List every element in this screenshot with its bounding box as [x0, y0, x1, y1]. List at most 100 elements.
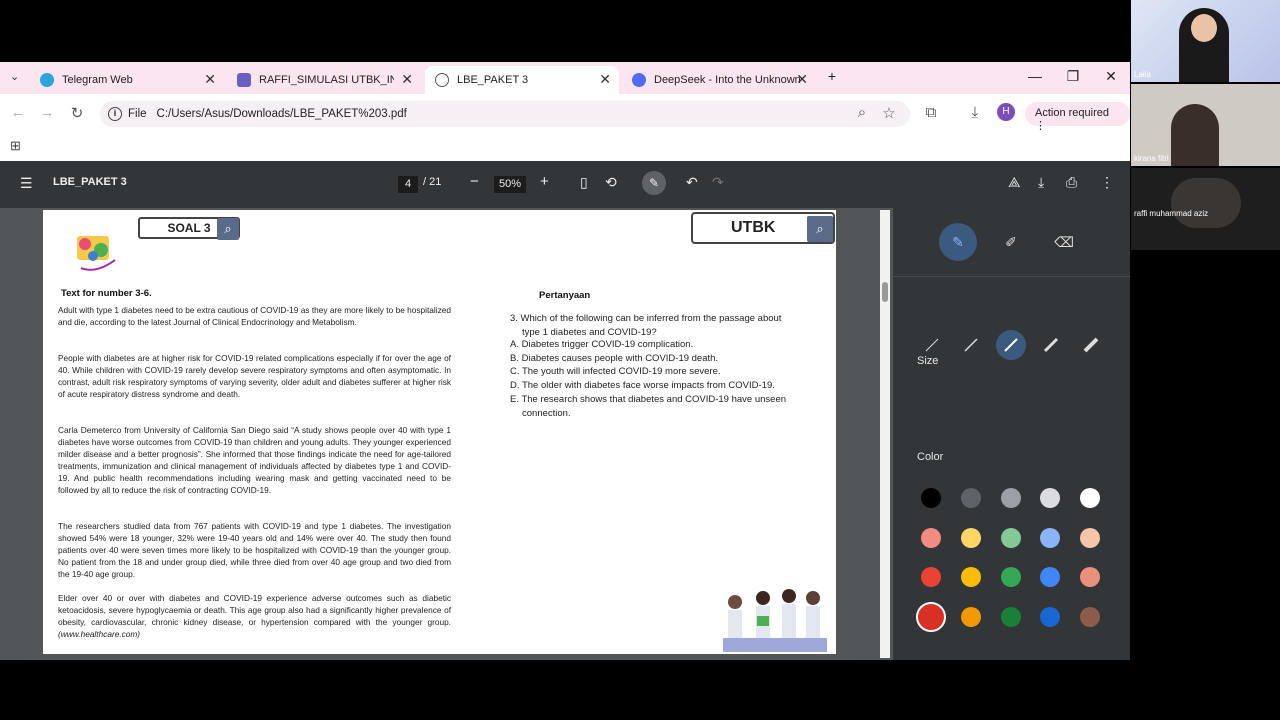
video-tile-raffi[interactable]: raffi muhammad aziz — [1131, 168, 1280, 250]
undo-icon[interactable]: ↶ — [686, 174, 698, 191]
close-icon[interactable]: ✕ — [599, 71, 611, 88]
reload-icon[interactable]: ↻ — [67, 104, 87, 122]
participant-name: raffi muhammad aziz — [1134, 209, 1209, 218]
color-swatch[interactable] — [1080, 488, 1100, 508]
profile-avatar[interactable]: H — [997, 103, 1015, 121]
zoom-search-icon[interactable]: ⌕ — [852, 104, 872, 121]
tab-title: Telegram Web — [62, 74, 133, 86]
close-window-icon[interactable]: ✕ — [1101, 68, 1121, 85]
annotate-pen-icon[interactable]: ✎ — [642, 171, 666, 195]
new-tab-icon[interactable]: + — [822, 68, 842, 84]
participant-name: kirana fitri — [1134, 154, 1169, 163]
color-swatch[interactable] — [1080, 567, 1100, 587]
tab-title: DeepSeek - Into the Unknown — [654, 74, 801, 86]
answer-option-e-continued: connection. — [522, 408, 571, 419]
color-swatch[interactable] — [1001, 567, 1021, 587]
extensions-icon[interactable]: ⧉ — [921, 104, 941, 121]
browser-window: ⌄ Telegram Web ✕ RAFFI_SIMULASI UTBK_ING… — [0, 62, 1130, 660]
tab-search-chevron-icon[interactable]: ⌄ — [10, 70, 19, 83]
rumuka-educare-logo — [71, 224, 121, 274]
close-icon[interactable]: ✕ — [401, 71, 413, 88]
page-number-input[interactable]: 4 — [398, 176, 418, 193]
color-swatch[interactable] — [1040, 607, 1060, 627]
color-swatch[interactable] — [1001, 607, 1021, 627]
zoom-level-input[interactable]: 50% — [494, 176, 526, 193]
zoom-out-icon[interactable]: − — [470, 173, 479, 190]
star-icon[interactable]: ☆ — [879, 104, 899, 122]
apps-grid-icon[interactable]: ⊞ — [10, 138, 21, 154]
close-icon[interactable]: ✕ — [204, 71, 216, 88]
tab-lbe-paket-3[interactable]: LBE_PAKET 3 ✕ — [425, 66, 619, 94]
participant-name: Laila — [1134, 70, 1151, 79]
color-swatch[interactable] — [961, 567, 981, 587]
size-option-4[interactable] — [1036, 330, 1066, 360]
action-required-button[interactable]: Action required ⋮ — [1025, 102, 1130, 132]
color-swatch[interactable] — [921, 528, 941, 548]
color-swatch[interactable] — [1001, 488, 1021, 508]
color-swatch[interactable] — [961, 488, 981, 508]
size-option-5[interactable] — [1076, 330, 1106, 360]
pdf-toolbar: ☰ LBE_PAKET 3 4 / 21 − 50% + ▯ ⟲ ✎ ↶ ↷ ⟁… — [0, 161, 1130, 208]
color-swatch[interactable] — [1040, 488, 1060, 508]
pdf-viewport[interactable]: SOAL 3 ⌕ UTBK ⌕ Text for number 3-6. Adu… — [0, 208, 893, 660]
tab-deepseek[interactable]: DeepSeek - Into the Unknown ✕ — [622, 66, 816, 94]
tab-simulasi[interactable]: RAFFI_SIMULASI UTBK_ING_16 ✕ — [227, 66, 421, 94]
color-swatch[interactable] — [1040, 528, 1060, 548]
students-illustration — [713, 586, 833, 654]
url-text[interactable]: C:/Users/Asus/Downloads/LBE_PAKET%203.pd… — [157, 108, 407, 120]
redo-icon[interactable]: ↷ — [712, 174, 724, 191]
answer-option-b: B. Diabetes causes people with COVID-19 … — [510, 353, 719, 364]
pdf-title: LBE_PAKET 3 — [53, 176, 127, 188]
highlighter-tool-icon[interactable]: ✐ — [992, 223, 1030, 261]
zoom-in-icon[interactable]: + — [540, 173, 549, 190]
download-icon[interactable]: ⤓ — [965, 104, 985, 121]
more-options-icon[interactable]: ⋮ — [1100, 174, 1114, 191]
magnifier-icon: ⌕ — [217, 218, 239, 240]
video-tile-kirana[interactable]: kirana fitri — [1131, 84, 1280, 166]
color-swatch[interactable] — [961, 528, 981, 548]
download-pdf-icon[interactable]: ⤓ — [1038, 174, 1044, 191]
video-tile-laila[interactable]: Laila — [1131, 0, 1280, 82]
passage-paragraph: Carla Demeterco from University of Calif… — [58, 425, 451, 495]
screen: ⌄ Telegram Web ✕ RAFFI_SIMULASI UTBK_ING… — [0, 0, 1280, 720]
color-swatch[interactable] — [1040, 567, 1060, 587]
scrollbar-thumb[interactable] — [882, 282, 888, 302]
action-required-label: Action required — [1035, 107, 1109, 119]
annotation-panel: ✎ ✐ ⌫ Size Color — [893, 208, 1130, 660]
color-swatch[interactable] — [1080, 607, 1100, 627]
address-bar[interactable]: i File C:/Users/Asus/Downloads/LBE_PAKET… — [100, 101, 910, 127]
passage-text: Elder over 40 or over with diabetes and … — [58, 593, 451, 627]
color-swatch[interactable] — [916, 602, 946, 632]
color-swatch[interactable] — [921, 488, 941, 508]
magnifier-icon: ⌕ — [807, 216, 833, 242]
size-option-3[interactable] — [996, 330, 1026, 360]
close-icon[interactable]: ✕ — [796, 71, 808, 88]
add-drawing-icon[interactable]: ⟁ — [1008, 174, 1021, 191]
color-swatch[interactable] — [1001, 528, 1021, 548]
pen-tool-icon[interactable]: ✎ — [939, 223, 977, 261]
color-label: Color — [917, 451, 944, 463]
bookmark-bar: ⊞ — [0, 132, 1130, 160]
tab-telegram[interactable]: Telegram Web ✕ — [30, 66, 224, 94]
info-icon[interactable]: i — [108, 107, 122, 121]
print-icon[interactable]: ⎙ — [1066, 174, 1077, 191]
size-option-1[interactable] — [917, 330, 947, 360]
pdf-page: SOAL 3 ⌕ UTBK ⌕ Text for number 3-6. Adu… — [43, 210, 836, 654]
vertical-scrollbar[interactable] — [880, 210, 890, 658]
color-swatch[interactable] — [1080, 528, 1100, 548]
telegram-icon — [40, 73, 54, 87]
color-swatch[interactable] — [921, 567, 941, 587]
globe-icon — [435, 73, 449, 87]
restore-icon[interactable]: ❐ — [1063, 68, 1083, 85]
back-icon[interactable]: ← — [8, 104, 28, 121]
eraser-tool-icon[interactable]: ⌫ — [1045, 223, 1083, 261]
menu-icon[interactable]: ☰ — [20, 175, 33, 192]
fit-page-icon[interactable]: ▯ — [580, 174, 588, 191]
minimize-icon[interactable]: — — [1025, 68, 1045, 84]
participant-video — [1171, 178, 1241, 228]
passage-paragraph: Elder over 40 or over with diabetes and … — [58, 592, 451, 640]
forward-icon[interactable]: → — [37, 104, 57, 121]
color-swatch[interactable] — [961, 607, 981, 627]
size-option-2[interactable] — [956, 330, 986, 360]
rotate-icon[interactable]: ⟲ — [605, 174, 617, 191]
